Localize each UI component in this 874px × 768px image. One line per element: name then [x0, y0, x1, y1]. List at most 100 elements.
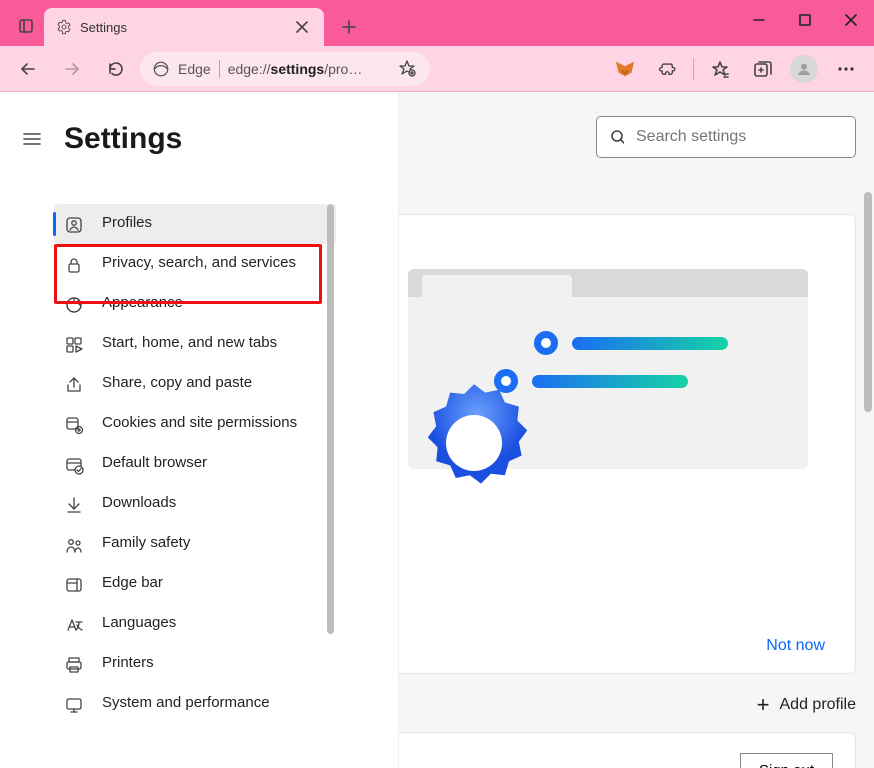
tab-actions-button[interactable] [8, 8, 44, 44]
settings-sidebar: Settings Profiles Privacy, search, and s… [0, 92, 398, 768]
nav-item-appearance[interactable]: Appearance [54, 284, 336, 324]
nav-item-edge-bar[interactable]: Edge bar [54, 564, 336, 604]
search-input[interactable] [636, 128, 843, 146]
gear-icon [56, 19, 72, 35]
nav-item-family[interactable]: Family safety [54, 524, 336, 564]
profile-more-button[interactable]: ••• [676, 761, 705, 768]
lock-icon [64, 255, 84, 275]
favorites-button[interactable] [700, 49, 740, 89]
nav-item-default-browser[interactable]: Default browser [54, 444, 336, 484]
browser-check-icon [64, 455, 84, 475]
share-icon [64, 375, 84, 395]
close-icon [844, 13, 858, 27]
tab-title: Settings [80, 20, 284, 35]
sidebar-scrollbar[interactable] [327, 204, 334, 634]
promo-link-not-now[interactable]: Not now [766, 637, 825, 655]
tab-strip: Settings [0, 0, 736, 46]
window-close-button[interactable] [828, 0, 874, 40]
nav-label: Printers [102, 653, 154, 673]
nav-item-cookies[interactable]: Cookies and site permissions [54, 404, 336, 444]
arrow-right-icon [62, 59, 82, 79]
arrow-left-icon [18, 59, 38, 79]
window-titlebar: Settings [0, 0, 874, 46]
settings-main: nt Not now + Add profile ••• Sign out [398, 92, 874, 768]
paint-icon [64, 295, 84, 315]
star-plus-icon [398, 59, 416, 77]
nav-label: Edge bar [102, 573, 163, 593]
new-tab-button[interactable] [332, 10, 366, 44]
collections-button[interactable] [742, 49, 782, 89]
profile-icon [64, 215, 84, 235]
favorite-button[interactable] [398, 59, 418, 79]
address-bar-scheme: Edge [178, 61, 211, 77]
sidebar-icon [64, 575, 84, 595]
fox-icon [614, 58, 636, 80]
nav-label: Cookies and site permissions [102, 413, 297, 433]
nav-label: Languages [102, 613, 176, 633]
separator [693, 58, 694, 80]
minimize-icon [753, 14, 765, 26]
separator [219, 60, 220, 78]
nav-item-start[interactable]: Start, home, and new tabs [54, 324, 336, 364]
toolbar-right [605, 49, 866, 89]
minimize-button[interactable] [736, 0, 782, 40]
search-settings[interactable] [596, 116, 856, 158]
menu-button[interactable] [18, 125, 46, 153]
illustration [408, 269, 808, 479]
cookie-settings-icon [64, 415, 84, 435]
nav-label: System and performance [102, 693, 270, 713]
collections-icon [752, 59, 772, 79]
content-area: Settings Profiles Privacy, search, and s… [0, 92, 874, 768]
nav-label: Family safety [102, 533, 190, 553]
refresh-button[interactable] [96, 49, 136, 89]
address-bar[interactable]: Edge edge://settings/pro… [140, 52, 430, 86]
window-controls [736, 0, 874, 40]
nav-label: Downloads [102, 493, 176, 513]
ellipsis-icon [836, 59, 856, 79]
nav-label: Profiles [102, 213, 152, 233]
close-icon [296, 21, 308, 33]
avatar-icon [790, 55, 818, 83]
nav-item-profiles[interactable]: Profiles [54, 204, 336, 244]
add-profile-button[interactable]: + Add profile [757, 692, 856, 718]
extensions-button[interactable] [647, 49, 687, 89]
extension-metamask[interactable] [605, 49, 645, 89]
tab-close-button[interactable] [292, 17, 312, 37]
language-icon [64, 615, 84, 635]
nav-item-printers[interactable]: Printers [54, 644, 336, 684]
grid-play-icon [64, 335, 84, 355]
refresh-icon [106, 59, 126, 79]
sign-out-button[interactable]: Sign out [740, 753, 833, 768]
nav-item-downloads[interactable]: Downloads [54, 484, 336, 524]
maximize-icon [799, 14, 811, 26]
nav-item-share[interactable]: Share, copy and paste [54, 364, 336, 404]
more-button[interactable] [826, 49, 866, 89]
plus-icon [341, 19, 357, 35]
nav-label: Share, copy and paste [102, 373, 252, 393]
gear-illustration-icon [404, 373, 544, 513]
browser-toolbar: Edge edge://settings/pro… [0, 46, 874, 92]
profile-button[interactable] [784, 49, 824, 89]
tab-actions-icon [18, 18, 34, 34]
add-profile-label: Add profile [780, 696, 857, 714]
nav-item-languages[interactable]: Languages [54, 604, 336, 644]
nav-label: Privacy, search, and services [102, 253, 296, 273]
family-icon [64, 535, 84, 555]
star-lines-icon [710, 59, 730, 79]
address-bar-url: edge://settings/pro… [228, 61, 390, 77]
nav-item-privacy[interactable]: Privacy, search, and services [54, 244, 336, 284]
back-button[interactable] [8, 49, 48, 89]
download-icon [64, 495, 84, 515]
plus-icon: + [757, 692, 770, 718]
settings-nav: Profiles Privacy, search, and services A… [54, 204, 336, 744]
main-scrollbar[interactable] [864, 192, 872, 412]
forward-button[interactable] [52, 49, 92, 89]
nav-label: Start, home, and new tabs [102, 333, 277, 353]
nav-item-system[interactable]: System and performance [54, 684, 336, 724]
printer-icon [64, 655, 84, 675]
search-icon [609, 128, 624, 146]
browser-tab-settings[interactable]: Settings [44, 8, 324, 46]
maximize-button[interactable] [782, 0, 828, 40]
page-title: Settings [64, 122, 182, 156]
profile-promo-card: nt Not now [398, 214, 856, 674]
